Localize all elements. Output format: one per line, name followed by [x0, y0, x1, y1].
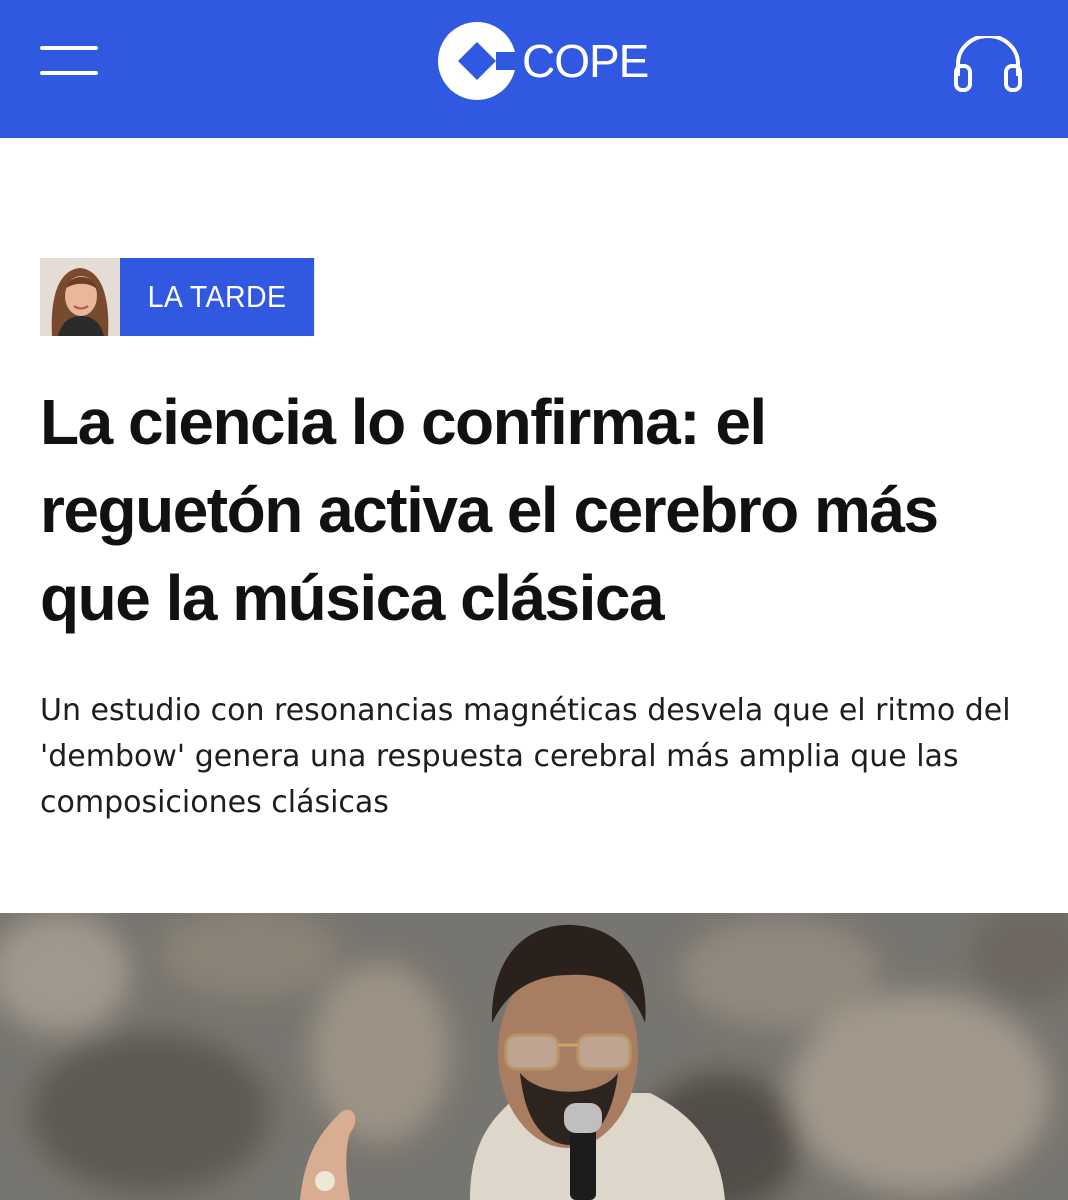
program-tag[interactable]: LA TARDE — [40, 258, 331, 336]
article-hero-image[interactable] — [0, 913, 1068, 1200]
brand-name: COPE — [522, 35, 649, 87]
article-headline: La ciencia lo confirma: el reguetón acti… — [40, 386, 939, 634]
article-subtitle: Un estudio con resonancias magnéticas de… — [40, 693, 1011, 820]
menu-bar-top — [40, 46, 98, 50]
top-navigation-bar: COPE — [0, 0, 1068, 138]
menu-bar-bottom — [40, 71, 98, 75]
cope-logo[interactable]: COPE — [438, 22, 649, 100]
cope-logo-icon — [438, 22, 516, 100]
presenter-avatar — [40, 258, 120, 336]
program-tag-label: LA TARDE — [120, 258, 315, 336]
hamburger-menu-icon[interactable] — [40, 45, 98, 77]
headphones-icon[interactable] — [952, 34, 1024, 92]
